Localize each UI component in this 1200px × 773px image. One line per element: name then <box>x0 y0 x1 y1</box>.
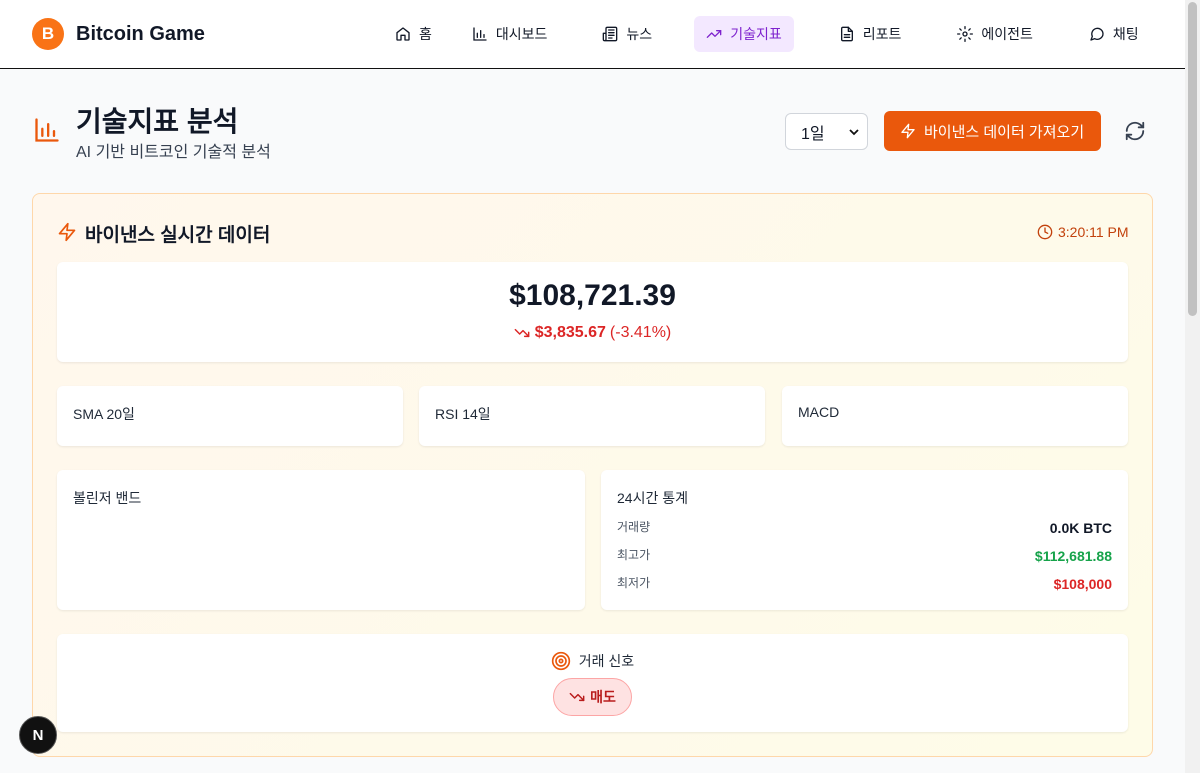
sma-label: SMA 20일 <box>73 406 135 422</box>
refresh-icon[interactable] <box>1124 120 1146 142</box>
nav-item-agent[interactable]: 에이전트 <box>945 16 1045 52</box>
lightning-icon <box>901 123 915 139</box>
page-title: 기술지표 분석 <box>76 106 239 137</box>
stats-24h-panel: 24시간 통계 거래량 0.0K BTC 최고가 $112,681.88 최저가… <box>601 470 1128 610</box>
period-selected-value: 1일 <box>801 125 825 143</box>
live-data-title: 바이낸스 실시간 데이터 <box>85 225 271 246</box>
bar-chart-icon <box>473 27 487 41</box>
nav-label: 채팅 <box>1112 26 1139 42</box>
fetch-button-label: 바이낸스 데이터 가져오기 <box>924 123 1085 141</box>
scrollbar-thumb[interactable] <box>1188 2 1197 316</box>
update-time-value: 3:20:11 PM <box>1058 224 1129 240</box>
trending-down-icon <box>569 692 585 702</box>
stat-value: $112,681.88 <box>1034 548 1112 564</box>
file-text-icon <box>840 26 853 42</box>
price-change-pct: (-3.41%) <box>609 324 672 341</box>
update-time: 3:20:11 PM <box>1037 224 1129 240</box>
clock-icon <box>1037 224 1053 240</box>
signal-value: 매도 <box>590 689 616 705</box>
price-change-abs: $3,835.67 <box>534 324 606 341</box>
main-nav: 홈 대시보드 뉴스 기술지표 리포트 에이전트 채팅 <box>383 16 1167 52</box>
lightning-icon <box>58 222 76 242</box>
stat-row-low: 최저가 $108,000 <box>617 574 1112 592</box>
price-panel: $108,721.39 $3,835.67 (-3.41%) <box>57 262 1128 362</box>
stat-value: $108,000 <box>1053 576 1112 592</box>
nav-item-news[interactable]: 뉴스 <box>590 16 664 52</box>
top-header: B Bitcoin Game 홈 대시보드 뉴스 기술지표 리포트 에이전트 채… <box>0 0 1185 69</box>
signal-badge: 매도 <box>553 678 632 716</box>
fetch-binance-data-button[interactable]: 바이낸스 데이터 가져오기 <box>884 111 1101 151</box>
stat-label: 최저가 <box>617 576 651 590</box>
macd-label: MACD <box>798 404 840 420</box>
trending-down-icon <box>514 328 530 338</box>
nav-label: 뉴스 <box>626 26 653 42</box>
stat-label: 최고가 <box>617 548 651 562</box>
page-subtitle: AI 기반 비트코인 기술적 분석 <box>76 144 271 161</box>
nav-label: 홈 <box>419 26 432 42</box>
app-logo[interactable]: B Bitcoin Game <box>32 18 205 50</box>
nav-item-chat[interactable]: 채팅 <box>1077 16 1151 52</box>
nav-item-dashboard[interactable]: 대시보드 <box>460 16 560 52</box>
home-icon <box>396 27 410 41</box>
app-name: Bitcoin Game <box>76 22 205 45</box>
sma-panel: SMA 20일 <box>57 386 403 446</box>
bollinger-panel: 볼린저 밴드 <box>57 470 585 610</box>
stat-row-volume: 거래량 0.0K BTC <box>617 518 1112 536</box>
target-icon <box>551 651 570 671</box>
bollinger-label: 볼린저 밴드 <box>73 490 142 506</box>
nav-label: 기술지표 <box>730 26 782 42</box>
stat-row-high: 최고가 $112,681.88 <box>617 546 1112 564</box>
bar-chart-icon <box>35 118 59 142</box>
nav-label: 대시보드 <box>495 26 548 42</box>
dev-tools-badge[interactable]: N <box>19 716 57 754</box>
vertical-scrollbar[interactable] <box>1185 0 1200 773</box>
nav-label: 리포트 <box>862 26 902 42</box>
stats-title: 24시간 통계 <box>617 490 688 506</box>
rsi-panel: RSI 14일 <box>419 386 765 446</box>
trade-signal-panel: 거래 신호 매도 <box>57 634 1128 732</box>
nav-label: 에이전트 <box>981 26 1033 42</box>
nav-item-indicators[interactable]: 기술지표 <box>694 16 794 52</box>
chat-bubble-icon <box>1090 27 1104 41</box>
current-price: $108,721.39 <box>509 279 676 312</box>
stat-label: 거래량 <box>617 520 651 534</box>
chevron-down-icon <box>849 129 859 136</box>
price-change: $3,835.67 (-3.41%) <box>57 324 1128 342</box>
trending-up-icon <box>706 29 722 38</box>
gear-icon <box>957 26 974 42</box>
signal-header: 거래 신호 <box>57 651 1128 671</box>
nav-item-report[interactable]: 리포트 <box>827 16 914 52</box>
macd-panel: MACD <box>782 386 1128 446</box>
signal-title: 거래 신호 <box>578 653 635 669</box>
rsi-label: RSI 14일 <box>435 406 491 422</box>
nav-item-home[interactable]: 홈 <box>383 16 444 52</box>
bitcoin-logo-icon: B <box>32 18 64 50</box>
period-select[interactable]: 1일 <box>785 113 868 150</box>
newspaper-icon <box>603 26 618 42</box>
stat-value: 0.0K BTC <box>1049 520 1112 536</box>
